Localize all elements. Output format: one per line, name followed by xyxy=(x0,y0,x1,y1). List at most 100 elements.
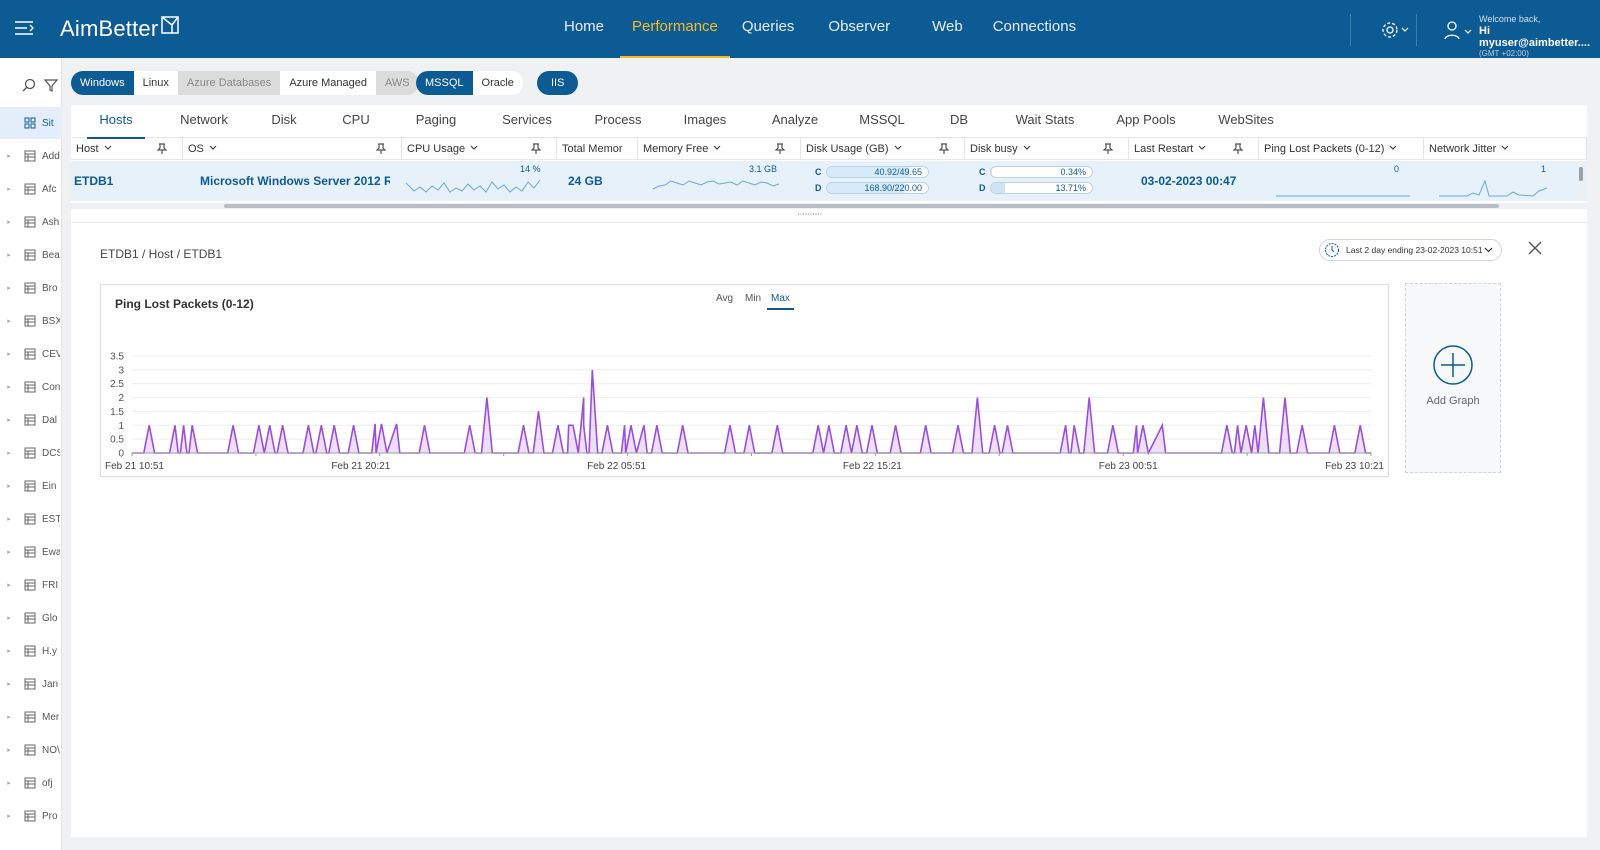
column-header[interactable]: Ping Lost Packets (0-12) xyxy=(1259,138,1424,160)
expand-caret-icon[interactable]: ▸ xyxy=(4,152,14,160)
app-logo[interactable]: AimBetter xyxy=(60,16,158,42)
sidebar-site-item[interactable]: ▸ Ein xyxy=(0,470,62,502)
sidebar-site-item[interactable]: ▸ FRI xyxy=(0,569,62,601)
vertical-scroll-thumb[interactable] xyxy=(1579,167,1583,181)
sort-chevron-icon[interactable] xyxy=(469,144,479,152)
user-icon[interactable] xyxy=(1443,20,1473,40)
expand-caret-icon[interactable]: ▸ xyxy=(4,449,14,457)
user-welcome[interactable]: Welcome back, Hi myuser@aimbetter.... (G… xyxy=(1479,14,1600,58)
table-vertical-scrollbar[interactable] xyxy=(1578,161,1584,201)
filter-aws[interactable]: AWS xyxy=(375,71,419,95)
filter-mssql[interactable]: MSSQL xyxy=(416,71,473,95)
expand-caret-icon[interactable]: ▸ xyxy=(4,482,14,490)
expand-caret-icon[interactable]: ▸ xyxy=(4,779,14,787)
column-header[interactable]: Host xyxy=(71,138,183,160)
tab-mssql[interactable]: MSSQL xyxy=(850,105,914,138)
sidebar-site-item[interactable]: ▸ BSX xyxy=(0,305,62,337)
nav-web[interactable]: Web xyxy=(920,0,975,58)
column-header[interactable]: Disk busy xyxy=(965,138,1129,160)
menu-toggle-icon[interactable] xyxy=(14,20,34,36)
sidebar-site-item[interactable]: ▸ Afc xyxy=(0,173,62,205)
settings-gear-icon[interactable] xyxy=(1380,20,1410,40)
expand-caret-icon[interactable]: ▸ xyxy=(4,647,14,655)
expand-caret-icon[interactable]: ▸ xyxy=(4,317,14,325)
tab-services[interactable]: Services xyxy=(491,105,563,138)
expand-caret-icon[interactable]: ▸ xyxy=(4,416,14,424)
expand-caret-icon[interactable]: ▸ xyxy=(4,350,14,358)
filter-azure-managed[interactable]: Azure Managed xyxy=(280,71,376,95)
filter-oracle[interactable]: Oracle xyxy=(472,71,523,95)
tab-wait-stats[interactable]: Wait Stats xyxy=(1006,105,1084,138)
resize-handle[interactable] xyxy=(797,212,823,216)
expand-caret-icon[interactable]: ▸ xyxy=(4,548,14,556)
tab-analyze[interactable]: Analyze xyxy=(763,105,827,138)
sidebar-site-item[interactable]: ▸ Add xyxy=(0,140,62,172)
sidebar-site-item[interactable]: ▸ NO\ xyxy=(0,734,62,766)
sort-chevron-icon[interactable] xyxy=(103,144,113,152)
column-header[interactable]: Memory Free xyxy=(638,138,801,160)
column-header[interactable]: CPU Usage xyxy=(402,138,557,160)
expand-caret-icon[interactable]: ▸ xyxy=(4,713,14,721)
pin-icon[interactable] xyxy=(376,143,386,155)
expand-caret-icon[interactable]: ▸ xyxy=(4,383,14,391)
sort-chevron-icon[interactable] xyxy=(1197,144,1207,152)
pin-icon[interactable] xyxy=(157,143,167,155)
expand-caret-icon[interactable]: ▸ xyxy=(4,581,14,589)
sort-chevron-icon[interactable] xyxy=(1500,144,1510,152)
filter-icon[interactable] xyxy=(44,78,58,92)
nav-performance[interactable]: Performance xyxy=(620,0,730,58)
filter-linux[interactable]: Linux xyxy=(133,71,178,95)
expand-caret-icon[interactable]: ▸ xyxy=(4,284,14,292)
sort-chevron-icon[interactable] xyxy=(893,144,903,152)
sidebar-site-item[interactable]: ▸ Ewa xyxy=(0,536,62,568)
pin-icon[interactable] xyxy=(531,143,541,155)
filter-azure-databases[interactable]: Azure Databases xyxy=(177,71,281,95)
sidebar-site-item[interactable]: ▸ Bea xyxy=(0,239,62,271)
agg-max[interactable]: Max xyxy=(767,293,794,310)
expand-caret-icon[interactable]: ▸ xyxy=(4,515,14,523)
tab-network[interactable]: Network xyxy=(172,105,236,138)
tab-websites[interactable]: WebSites xyxy=(1207,105,1285,138)
sort-chevron-icon[interactable] xyxy=(712,144,722,152)
tab-disk[interactable]: Disk xyxy=(261,105,307,138)
agg-avg[interactable]: Avg xyxy=(712,293,737,308)
sidebar-site-item[interactable]: ▸ H.y xyxy=(0,635,62,667)
nav-home[interactable]: Home xyxy=(552,0,616,58)
column-header[interactable]: Disk Usage (GB) xyxy=(801,138,965,160)
sidebar-site-item[interactable]: ▸ Glo xyxy=(0,602,62,634)
host-cell[interactable]: ETDB1 xyxy=(74,161,194,201)
column-header[interactable]: OS xyxy=(183,138,402,160)
sidebar-site-item[interactable]: ▸ Ash xyxy=(0,206,62,238)
expand-caret-icon[interactable]: ▸ xyxy=(4,185,14,193)
search-icon[interactable] xyxy=(22,78,36,92)
date-range-picker[interactable]: Last 2 day ending 23-02-2023 10:51 xyxy=(1319,239,1502,261)
column-header[interactable]: Last Restart xyxy=(1129,138,1259,160)
table-horizontal-scrollbar[interactable] xyxy=(71,203,1587,209)
expand-caret-icon[interactable]: ▸ xyxy=(4,218,14,226)
filter-windows[interactable]: Windows xyxy=(71,71,134,95)
filter-iis[interactable]: IIS xyxy=(537,71,579,95)
nav-observer[interactable]: Observer xyxy=(816,0,902,58)
sidebar-site-item[interactable]: ▸ EST xyxy=(0,503,62,535)
pin-icon[interactable] xyxy=(775,143,785,155)
pin-icon[interactable] xyxy=(1103,143,1113,155)
pin-icon[interactable] xyxy=(939,143,949,155)
tab-images[interactable]: Images xyxy=(674,105,736,138)
tab-db[interactable]: DB xyxy=(939,105,979,138)
column-header[interactable]: Network Jitter xyxy=(1424,138,1587,160)
expand-caret-icon[interactable]: ▸ xyxy=(4,746,14,754)
horizontal-scroll-thumb[interactable] xyxy=(224,204,1499,208)
table-row[interactable]: ETDB1 Microsoft Windows Server 2012 R...… xyxy=(71,161,1587,201)
tab-cpu[interactable]: CPU xyxy=(333,105,379,138)
sort-chevron-icon[interactable] xyxy=(1022,144,1032,152)
sidebar-site-item[interactable]: ▸ CEV xyxy=(0,338,62,370)
expand-caret-icon[interactable]: ▸ xyxy=(4,812,14,820)
tab-app-pools[interactable]: App Pools xyxy=(1106,105,1186,138)
sidebar-site-item[interactable]: Sit xyxy=(0,107,62,139)
sidebar-site-item[interactable]: ▸ Dal xyxy=(0,404,62,436)
sidebar-site-item[interactable]: ▸ ofj xyxy=(0,767,62,799)
expand-caret-icon[interactable]: ▸ xyxy=(4,251,14,259)
tab-hosts[interactable]: Hosts xyxy=(87,105,145,139)
expand-caret-icon[interactable]: ▸ xyxy=(4,680,14,688)
sidebar-site-item[interactable]: ▸ Bro xyxy=(0,272,62,304)
